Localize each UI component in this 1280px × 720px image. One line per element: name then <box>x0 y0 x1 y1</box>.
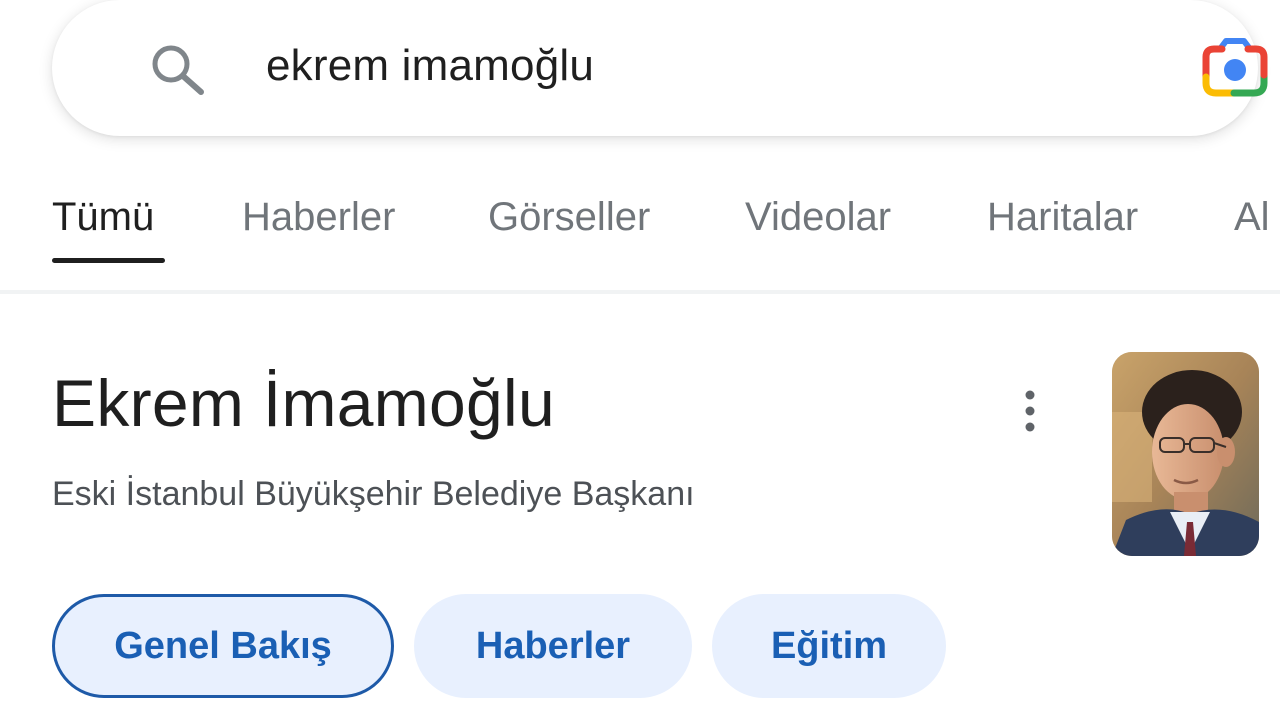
entity-photo[interactable] <box>1112 352 1259 556</box>
search-icon[interactable] <box>147 40 209 96</box>
tab-news[interactable]: Haberler <box>242 194 395 240</box>
tab-shopping[interactable]: Al <box>1234 194 1270 240</box>
search-results-page: ekrem imamoğlu Tümü Haberler Görseller V… <box>0 0 1280 720</box>
search-bar[interactable]: ekrem imamoğlu <box>52 0 1268 136</box>
portrait-image <box>1112 352 1259 556</box>
tab-maps[interactable]: Haritalar <box>987 194 1138 240</box>
tab-images[interactable]: Görseller <box>488 194 650 240</box>
chip-overview[interactable]: Genel Bakış <box>52 594 394 698</box>
chip-education[interactable]: Eğitim <box>712 594 946 698</box>
entity-title: Ekrem İmamoğlu <box>52 366 556 440</box>
search-tabs: Tümü Haberler Görseller Videolar Harital… <box>0 180 1280 290</box>
search-input[interactable]: ekrem imamoğlu <box>266 40 594 92</box>
active-tab-indicator <box>52 258 165 263</box>
google-lens-icon[interactable] <box>1200 37 1270 99</box>
tab-all[interactable]: Tümü <box>52 194 154 240</box>
entity-subtitle: Eski İstanbul Büyükşehir Belediye Başkan… <box>52 475 695 513</box>
divider <box>0 290 1280 294</box>
chip-news[interactable]: Haberler <box>414 594 692 698</box>
tab-videos[interactable]: Videolar <box>745 194 891 240</box>
more-vert-icon[interactable] <box>1008 385 1052 437</box>
